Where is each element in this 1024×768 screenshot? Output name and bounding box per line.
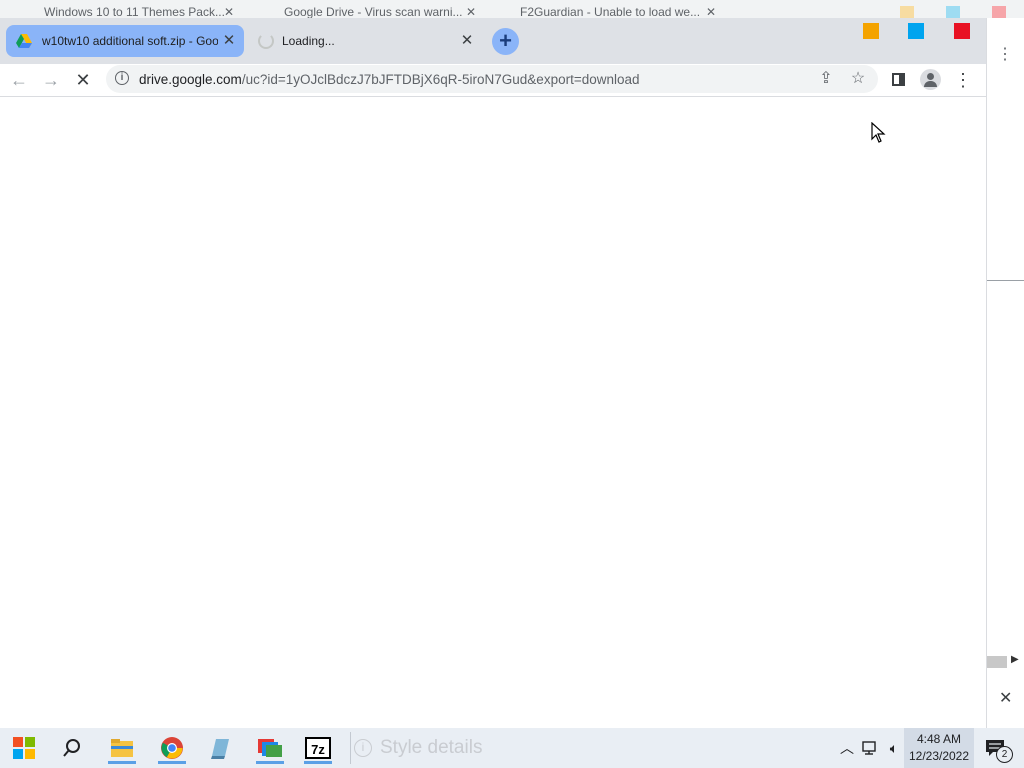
star-icon[interactable]: ☆ — [846, 67, 870, 91]
profile-icon[interactable] — [920, 69, 941, 90]
tab-active[interactable]: w10tw10 additional soft.zip - Goo ✕ — [6, 25, 244, 57]
tab-title: Loading... — [282, 34, 335, 48]
system-clock[interactable]: 4:48 AM 12/23/2022 — [904, 728, 974, 768]
info-icon: i — [354, 739, 372, 757]
search-icon — [63, 739, 80, 757]
maximize-button[interactable] — [908, 23, 924, 39]
file-explorer-icon — [111, 739, 133, 757]
app-window-button[interactable] — [250, 732, 290, 764]
svg-text:7z: 7z — [311, 742, 325, 757]
background-tab[interactable]: Windows 10 to 11 Themes Pack... ✕ — [22, 0, 240, 18]
scroll-right-arrow-icon[interactable]: ▶ — [1011, 654, 1019, 665]
side-panel-icon[interactable] — [892, 73, 905, 86]
background-tab-title: Windows 10 to 11 Themes Pack... — [44, 5, 225, 18]
back-arrow-icon[interactable]: ← — [7, 68, 31, 92]
notification-count-badge: 2 — [996, 746, 1013, 763]
close-button[interactable] — [954, 23, 970, 39]
spinner-icon — [258, 33, 274, 49]
close-icon[interactable]: ✕ — [220, 32, 238, 50]
browser-window: w10tw10 additional soft.zip - Goo ✕ Load… — [0, 18, 986, 728]
drive-favicon — [16, 34, 32, 48]
close-icon[interactable]: ✕ — [224, 0, 234, 18]
share-icon[interactable]: ⇪ — [814, 67, 838, 91]
tab-title: w10tw10 additional soft.zip - Goo — [42, 34, 218, 48]
page-content — [0, 97, 986, 728]
volume-icon[interactable]: 🔈︎ — [884, 728, 904, 768]
background-window-edge: ⋮ ▶ ✕ — [986, 18, 1024, 728]
close-icon[interactable]: ✕ — [458, 32, 476, 50]
file-explorer-button[interactable] — [102, 732, 142, 764]
close-icon[interactable]: ✕ — [999, 688, 1012, 708]
clock-time: 4:48 AM — [916, 732, 962, 746]
window-app-icon — [258, 739, 282, 757]
divider — [350, 732, 351, 764]
background-tab-strip: Windows 10 to 11 Themes Pack... ✕ Google… — [0, 0, 1024, 18]
background-tab[interactable]: F2Guardian - Unable to load we... ✕ — [498, 0, 720, 18]
close-icon[interactable]: ✕ — [466, 0, 476, 18]
new-tab-button[interactable]: + — [492, 28, 519, 55]
start-icon — [13, 737, 35, 759]
plus-icon: + — [499, 28, 512, 53]
background-tab-title: F2Guardian - Unable to load we... — [520, 5, 701, 18]
divider — [987, 280, 1024, 281]
toolbar: ← → ✕ i drive.google.com/uc?id=1yOJclBdc… — [0, 64, 986, 97]
info-icon[interactable]: i — [115, 71, 129, 85]
chrome-button[interactable] — [152, 732, 192, 764]
close-icon[interactable]: ✕ — [706, 0, 716, 18]
taskbar-search-placeholder: Style details — [380, 737, 483, 758]
chevron-up-icon[interactable]: ︿ — [838, 728, 856, 768]
address-bar[interactable]: i drive.google.com/uc?id=1yOJclBdczJ7bJF… — [106, 65, 878, 93]
search-button[interactable] — [52, 732, 92, 764]
clock-date: 12/23/2022 — [908, 749, 970, 763]
tab-loading[interactable]: Loading... ✕ — [246, 25, 484, 57]
background-tab-title: Google Drive - Virus scan warni... — [284, 5, 463, 18]
background-maximize-button[interactable] — [946, 6, 960, 18]
network-icon[interactable] — [860, 728, 882, 768]
mouse-cursor-icon — [871, 122, 886, 143]
menu-dots-icon[interactable]: ⋮ — [997, 44, 1013, 64]
forward-arrow-icon[interactable]: → — [39, 68, 63, 92]
notepad-button[interactable] — [200, 732, 240, 764]
background-close-button[interactable] — [992, 6, 1006, 18]
notifications-button[interactable]: 2 — [980, 728, 1013, 768]
taskbar-search-box[interactable]: i Style details — [354, 735, 482, 761]
url-host: drive.google.com — [139, 72, 242, 87]
background-tab[interactable]: Google Drive - Virus scan warni... ✕ — [262, 0, 480, 18]
7zip-icon: 7z — [305, 737, 331, 759]
chrome-icon — [161, 737, 183, 759]
tab-strip: w10tw10 additional soft.zip - Goo ✕ Load… — [0, 18, 986, 64]
7zip-button[interactable]: 7z — [298, 732, 338, 764]
taskbar: 7z i Style details ︿ 🔈︎ 4:48 AM 12/23/20… — [0, 728, 1024, 768]
url-text: drive.google.com/uc?id=1yOJclBdczJ7bJFTD… — [139, 72, 640, 87]
minimize-button[interactable] — [863, 23, 879, 39]
stop-icon[interactable]: ✕ — [71, 68, 95, 92]
start-button[interactable] — [4, 732, 44, 764]
menu-dots-icon[interactable]: ⋮ — [951, 68, 975, 92]
scrollbar-thumb[interactable] — [987, 656, 1007, 668]
url-path: /uc?id=1yOJclBdczJ7bJFTDBjX6qR-5iroN7Gud… — [241, 72, 640, 87]
background-minimize-button[interactable] — [900, 6, 914, 18]
notepad-icon — [211, 739, 229, 759]
